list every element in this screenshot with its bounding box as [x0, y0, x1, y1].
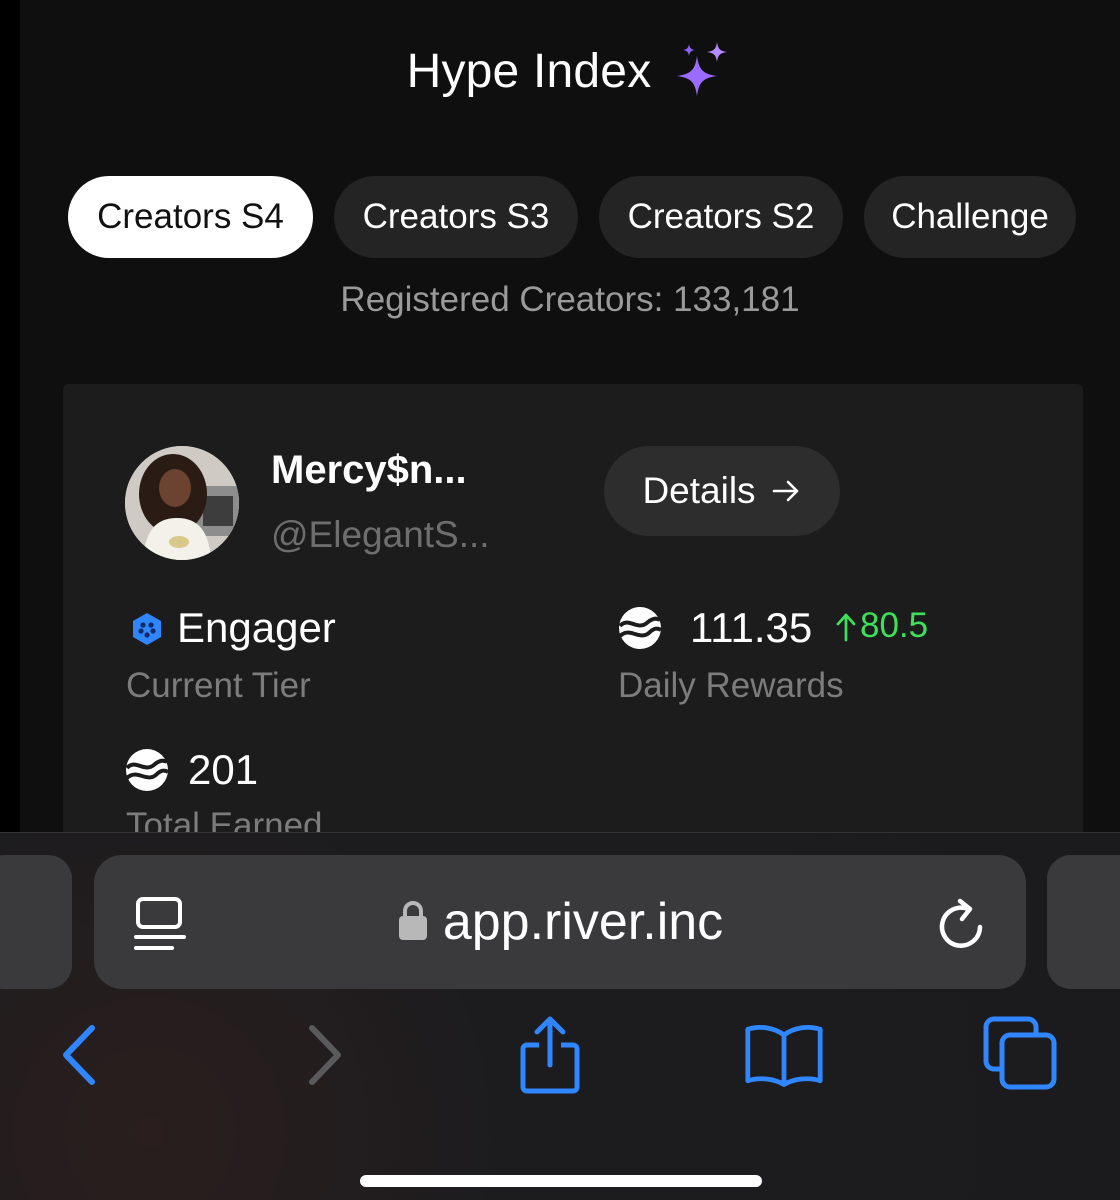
season-tabs: Creators S4 Creators S3 Creators S2 Chal… — [68, 176, 1076, 258]
share-icon — [520, 1016, 580, 1094]
tier-value: Engager — [177, 604, 336, 651]
home-indicator — [360, 1175, 762, 1187]
avatar-image — [125, 446, 239, 560]
back-button[interactable] — [36, 1015, 116, 1095]
sparkle-icon — [677, 41, 728, 96]
page-title: Hype Index — [406, 45, 652, 98]
share-button[interactable] — [510, 1015, 590, 1095]
tabs-icon — [983, 1016, 1057, 1090]
left-edge — [0, 0, 20, 832]
avatar[interactable] — [125, 446, 239, 560]
bookmarks-icon — [745, 1025, 823, 1087]
url-text: app.river.inc — [442, 893, 724, 951]
daily-rewards-delta: 80.5 — [860, 606, 929, 645]
registered-creators-count: Registered Creators: 133,181 — [340, 280, 800, 319]
river-coin-icon — [125, 749, 169, 791]
total-earned-value: 201 — [188, 746, 259, 793]
bookmarks-button[interactable] — [744, 1015, 824, 1095]
tab-creators-s2[interactable]: Creators S2 — [599, 176, 843, 258]
tab-creators-s4[interactable]: Creators S4 — [68, 176, 313, 258]
creator-name: Mercy$n... — [271, 448, 467, 492]
details-button[interactable]: Details — [604, 446, 840, 536]
address-bar[interactable]: app.river.inc — [94, 855, 1026, 989]
arrow-right-icon — [772, 480, 798, 502]
daily-rewards-value: 111.35 — [690, 604, 813, 651]
tier-badge-icon — [133, 613, 161, 645]
total-earned-label: Total Earned — [126, 806, 323, 832]
tier-label: Current Tier — [126, 666, 311, 705]
next-tab-preview[interactable] — [1047, 855, 1120, 989]
reload-icon[interactable] — [932, 895, 992, 955]
tab-challenge[interactable]: Challenge — [864, 176, 1076, 258]
forward-button[interactable] — [280, 1015, 360, 1095]
url-display[interactable]: app.river.inc — [94, 855, 1026, 989]
tabs-button[interactable] — [980, 1015, 1060, 1095]
river-coin-icon — [618, 607, 662, 649]
forward-icon — [309, 1025, 341, 1085]
daily-rewards-label: Daily Rewards — [618, 666, 844, 705]
back-icon — [63, 1025, 95, 1085]
tab-creators-s3[interactable]: Creators S3 — [334, 176, 578, 258]
creator-card: Mercy$n... @ElegantS... Details Engager … — [63, 384, 1083, 832]
browser-toolbar: app.river.inc — [0, 832, 1120, 1200]
previous-tab-preview[interactable] — [0, 855, 72, 989]
header: Hype Index — [20, 41, 1120, 99]
creator-handle: @ElegantS... — [271, 514, 490, 555]
arrow-up-icon — [836, 613, 856, 642]
details-label: Details — [642, 470, 756, 511]
web-page: Hype Index Creators S4 Creators S3 Creat… — [20, 0, 1120, 832]
lock-icon — [398, 901, 427, 940]
